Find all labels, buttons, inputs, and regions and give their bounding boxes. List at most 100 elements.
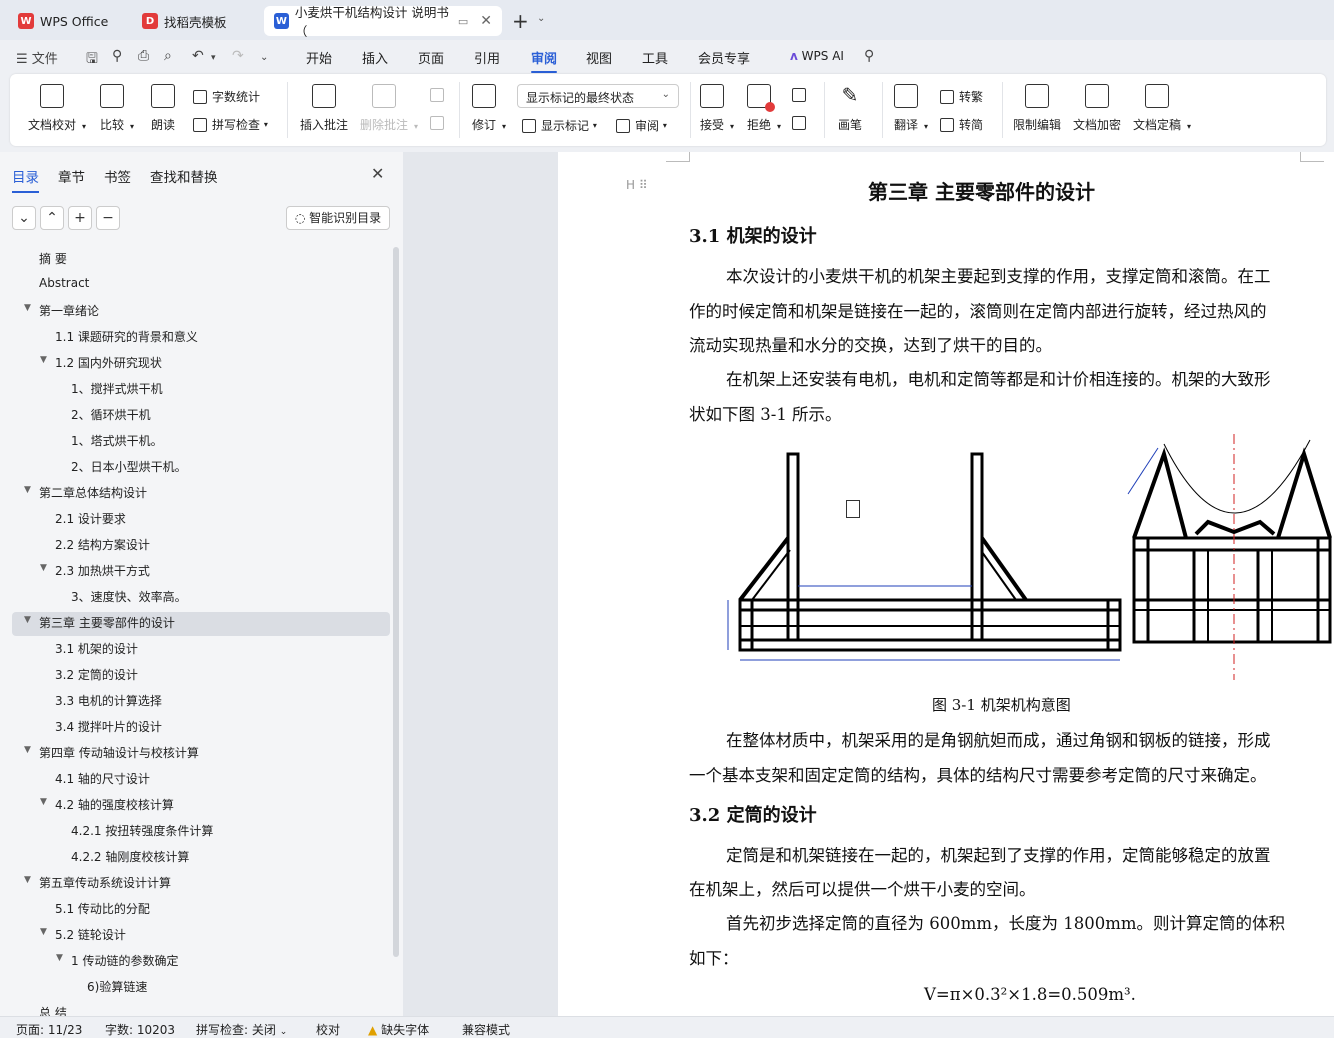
print-icon[interactable]: ⎙ xyxy=(138,48,149,64)
toc-item[interactable]: ▼ 5.2 链轮设计 xyxy=(40,926,126,943)
next-change-button[interactable] xyxy=(792,116,811,130)
tab-wps-office[interactable]: W WPS Office xyxy=(8,6,124,36)
toc-item[interactable]: ▼ 第二章总体结构设计 xyxy=(24,484,147,501)
markup-state-select[interactable]: 显示标记的最终状态 ⌄ xyxy=(517,84,679,108)
toc-item[interactable]: 3.3 电机的计算选择 xyxy=(55,692,162,709)
remove-heading-button[interactable]: − xyxy=(96,206,120,230)
print-preview-icon[interactable]: ⌕ xyxy=(164,48,172,64)
toc-item[interactable]: 3.1 机架的设计 xyxy=(55,640,138,657)
missing-font-status[interactable]: ▲ 缺失字体 xyxy=(368,1021,429,1038)
expand-caret-icon[interactable]: ▼ xyxy=(56,953,63,963)
menu-reference[interactable]: 引用 xyxy=(474,48,500,67)
menu-tools[interactable]: 工具 xyxy=(642,48,668,67)
heading-handle-icon[interactable]: H ⠿ xyxy=(626,178,648,192)
toc-item[interactable]: 6)验算链速 xyxy=(87,978,147,995)
menu-view[interactable]: 视图 xyxy=(586,48,612,67)
tab-find-replace[interactable]: 查找和替换 xyxy=(150,166,218,186)
toc-item[interactable]: 摘 要 xyxy=(39,250,67,267)
toc-scrollbar[interactable] xyxy=(393,247,399,957)
page-indicator[interactable]: 页面: 11/23 xyxy=(16,1021,82,1038)
toc-item[interactable]: ▼ 第三章 主要零部件的设计 xyxy=(24,614,175,631)
word-count-indicator[interactable]: 字数: 10203 xyxy=(105,1021,175,1038)
monitor-icon[interactable]: ▭ xyxy=(458,15,468,28)
toc-item[interactable]: 4.2.2 轴刚度校核计算 xyxy=(71,848,189,865)
reject-button[interactable]: 拒绝 ▾ xyxy=(747,84,781,133)
undo-icon[interactable]: ↶ xyxy=(192,48,204,64)
toc-item[interactable]: 3.2 定筒的设计 xyxy=(55,666,138,683)
prev-change-button[interactable] xyxy=(792,88,811,102)
toc-item[interactable]: ▼ 1.2 国内外研究现状 xyxy=(40,354,162,371)
toc-item[interactable]: ▼ 第一章绪论 xyxy=(24,302,99,319)
prev-comment-button[interactable] xyxy=(430,88,449,102)
redo-icon[interactable]: ↷ xyxy=(232,48,244,64)
delete-comment-button[interactable]: 删除批注 ▾ xyxy=(360,84,418,133)
expand-caret-icon[interactable]: ▼ xyxy=(40,927,47,937)
tab-sections[interactable]: 章节 xyxy=(58,166,85,186)
more-dropdown-icon[interactable]: ⌄ xyxy=(260,52,268,63)
toc-item[interactable]: 2.2 结构方案设计 xyxy=(55,536,150,553)
smart-toc-button[interactable]: ◌ 智能识别目录 xyxy=(286,206,390,230)
read-aloud-button[interactable]: 朗读 xyxy=(151,84,175,133)
share-icon[interactable]: ⚲ xyxy=(112,48,122,64)
to-simplified-button[interactable]: 转简 xyxy=(940,116,983,133)
menu-review[interactable]: 审阅 xyxy=(531,48,558,73)
menu-start[interactable]: 开始 xyxy=(306,48,332,67)
chevron-down-icon[interactable]: ⌄ xyxy=(537,13,545,24)
toc-item[interactable]: ▼ 4.2 轴的强度校核计算 xyxy=(40,796,174,813)
toc-item[interactable]: ▼ 第四章 传动轴设计与校核计算 xyxy=(24,744,199,761)
close-tab-icon[interactable]: ✕ xyxy=(480,13,492,29)
toc-item[interactable]: 2.1 设计要求 xyxy=(55,510,126,527)
spell-check-button[interactable]: 拼写检查 ▾ xyxy=(193,116,268,133)
menu-page[interactable]: 页面 xyxy=(418,48,444,67)
tab-toc[interactable]: 目录 xyxy=(12,166,39,193)
review-pane-button[interactable]: 审阅 ▾ xyxy=(616,117,667,134)
expand-caret-icon[interactable]: ▼ xyxy=(24,615,31,625)
save-icon[interactable]: 🖫 xyxy=(86,48,98,72)
toc-item[interactable]: 4.1 轴的尺寸设计 xyxy=(55,770,150,787)
collapse-all-button[interactable]: ⌃ xyxy=(40,206,64,230)
toc-item[interactable]: 2、循环烘干机 xyxy=(71,406,151,423)
pen-button[interactable]: ✎ 画笔 xyxy=(838,84,862,133)
tab-current-document[interactable]: W 小麦烘干机结构设计 说明书（ ▭ ✕ xyxy=(264,5,502,39)
show-markup-button[interactable]: 显示标记 ▾ xyxy=(522,117,597,134)
tab-bookmarks[interactable]: 书签 xyxy=(104,166,131,186)
file-menu[interactable]: ☰ 文件 xyxy=(16,48,58,67)
expand-caret-icon[interactable]: ▼ xyxy=(24,745,31,755)
expand-caret-icon[interactable]: ▼ xyxy=(24,303,31,313)
search-icon[interactable]: ⚲ xyxy=(864,48,874,64)
toc-item[interactable]: 5.1 传动比的分配 xyxy=(55,900,150,917)
accept-button[interactable]: 接受 ▾ xyxy=(700,84,734,133)
translate-button[interactable]: 翻译 ▾ xyxy=(894,84,928,133)
word-count-button[interactable]: 字数统计 xyxy=(193,88,260,105)
undo-dropdown-icon[interactable]: ▾ xyxy=(211,53,216,63)
expand-caret-icon[interactable]: ▼ xyxy=(24,485,31,495)
to-traditional-button[interactable]: 转繁 xyxy=(940,88,983,105)
expand-caret-icon[interactable]: ▼ xyxy=(40,797,47,807)
toc-item[interactable]: 3、速度快、效率高。 xyxy=(71,588,187,605)
toc-item[interactable]: 1、塔式烘干机。 xyxy=(71,432,163,449)
compare-button[interactable]: 比较 ▾ xyxy=(100,84,134,133)
toc-item[interactable]: ▼ 1 传动链的参数确定 xyxy=(56,952,178,969)
doc-proof-button[interactable]: 文档校对 ▾ xyxy=(28,84,86,133)
track-changes-button[interactable]: 修订 ▾ xyxy=(472,84,506,133)
toc-item[interactable]: 3.4 搅拌叶片的设计 xyxy=(55,718,162,735)
next-comment-button[interactable] xyxy=(430,116,449,130)
toc-item[interactable]: 4.2.1 按扭转强度条件计算 xyxy=(71,822,213,839)
expand-caret-icon[interactable]: ▼ xyxy=(40,563,47,573)
expand-caret-icon[interactable]: ▼ xyxy=(40,355,47,365)
add-heading-button[interactable]: + xyxy=(68,206,92,230)
menu-insert[interactable]: 插入 xyxy=(362,48,388,67)
toc-item[interactable]: 1、搅拌式烘干机 xyxy=(71,380,163,397)
toc-item[interactable]: 1.1 课题研究的背景和意义 xyxy=(55,328,198,345)
insert-comment-button[interactable]: 插入批注 xyxy=(300,84,348,133)
close-pane-icon[interactable]: ✕ xyxy=(371,164,384,183)
encrypt-button[interactable]: 文档加密 xyxy=(1073,84,1121,133)
toc-item[interactable]: ▼ 2.3 加热烘干方式 xyxy=(40,562,150,579)
tab-docer[interactable]: D 找稻壳模板 xyxy=(132,6,260,36)
new-tab-icon[interactable]: + xyxy=(512,9,529,33)
restrict-editing-button[interactable]: 限制编辑 xyxy=(1013,84,1061,133)
toc-item[interactable]: Abstract xyxy=(39,276,89,290)
proof-status[interactable]: 校对 xyxy=(316,1021,340,1038)
toc-item[interactable]: 2、日本小型烘干机。 xyxy=(71,458,187,475)
spell-check-status[interactable]: 拼写检查: 关闭 ⌄ xyxy=(196,1021,287,1038)
